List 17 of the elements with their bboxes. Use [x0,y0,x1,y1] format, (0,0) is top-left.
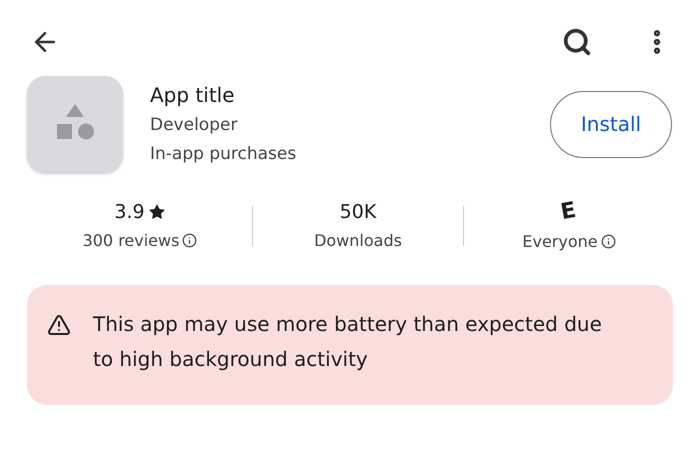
stat-value: 50K [340,201,376,223]
rating-value: 3.9 [114,201,145,223]
content-rating-letter: E [560,198,578,226]
purchase-note: In-app purchases [150,143,298,166]
search-icon[interactable] [562,27,592,57]
warning-text: This app may use more battery than expected due to high background activity [93,311,603,373]
stat-label: Downloads [314,231,402,250]
app-title: App title [150,82,236,109]
info-icon[interactable] [600,234,616,249]
developer-name[interactable]: Developer [150,111,550,140]
install-button[interactable]: Install [550,90,672,158]
warning-icon [47,313,71,337]
app-icon [27,76,123,172]
stat-label: 300 reviews [82,231,180,250]
stat-label: Everyone [522,232,598,251]
info-icon[interactable] [182,233,198,248]
star-icon [148,203,166,221]
